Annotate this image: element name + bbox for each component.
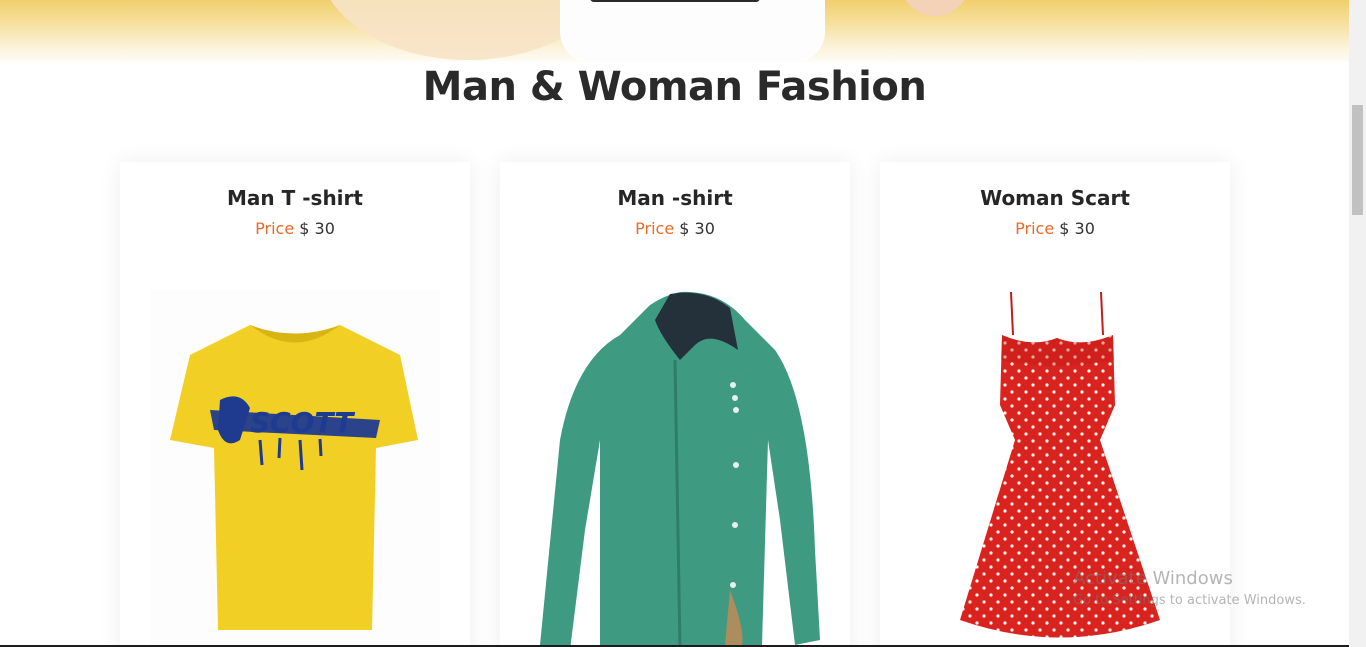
- yellow-tshirt-image[interactable]: SCOTT: [150, 290, 440, 647]
- shirt-illustration: [540, 291, 820, 647]
- tshirt-illustration: SCOTT: [150, 290, 440, 647]
- hero-banner-bottom: [0, 0, 1349, 62]
- product-name: Man T -shirt: [227, 186, 363, 210]
- price-value: $ 30: [679, 219, 715, 238]
- product-price: Price $ 30: [120, 219, 470, 238]
- watermark-title: Activate Windows: [1073, 568, 1233, 589]
- price-value: $ 30: [1059, 219, 1095, 238]
- product-price: Price $ 30: [880, 219, 1230, 238]
- watermark-subtitle: Go to Settings to activate Windows.: [1073, 593, 1306, 608]
- hero-model-hand: [900, 0, 970, 16]
- hero-model-shirt: [560, 0, 825, 62]
- scrollbar-thumb[interactable]: [1352, 105, 1363, 215]
- price-label: Price: [255, 219, 295, 238]
- section-title: Man & Woman Fashion: [422, 64, 927, 110]
- hero-shop-button-edge[interactable]: [590, 0, 760, 2]
- page-scrollbar[interactable]: [1349, 0, 1366, 647]
- product-card-man-tshirt[interactable]: Man T -shirt Price $ 30 SCOTT: [120, 162, 470, 647]
- svg-text:SCOTT: SCOTT: [250, 406, 355, 439]
- windows-activation-watermark: Activate Windows Go to Settings to activ…: [1073, 568, 1306, 611]
- price-label: Price: [1015, 219, 1055, 238]
- price-value: $ 30: [299, 219, 335, 238]
- product-card-man-shirt[interactable]: Man -shirt Price $ 30: [500, 162, 850, 647]
- product-price: Price $ 30: [500, 219, 850, 238]
- product-name: Man -shirt: [617, 186, 733, 210]
- product-name: Woman Scart: [980, 186, 1130, 210]
- green-shirt-image[interactable]: [530, 290, 820, 647]
- price-label: Price: [635, 219, 675, 238]
